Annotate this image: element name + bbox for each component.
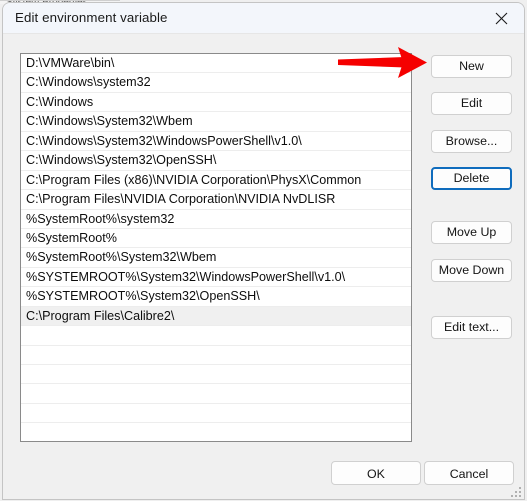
list-item[interactable]: C:\Program Files (x86)\NVIDIA Corporatio…	[21, 171, 411, 191]
path-entries-listbox[interactable]: D:\VMWare\bin\ C:\Windows\system32 C:\Wind…	[20, 53, 412, 442]
list-item[interactable]: C:\Windows	[21, 93, 411, 113]
list-item-empty[interactable]	[21, 423, 411, 441]
edit-text-button[interactable]: Edit text...	[431, 316, 512, 339]
list-item[interactable]: %SYSTEMROOT%\System32\WindowsPowerShell\…	[21, 268, 411, 288]
dialog-title: Edit environment variable	[15, 10, 168, 25]
list-item[interactable]: %SYSTEMROOT%\System32\OpenSSH\	[21, 287, 411, 307]
list-item[interactable]: C:\Windows\system32	[21, 73, 411, 93]
list-item[interactable]: %SystemRoot%\system32	[21, 210, 411, 229]
move-up-button[interactable]: Move Up	[431, 221, 512, 244]
ok-button[interactable]: OK	[331, 461, 421, 485]
list-item[interactable]: C:\Windows\System32\Wbem	[21, 112, 411, 132]
close-button[interactable]	[479, 3, 524, 34]
list-item-empty[interactable]	[21, 326, 411, 346]
close-icon	[495, 12, 508, 25]
dialog-body: D:\VMWare\bin\ C:\Windows\system32 C:\Wind…	[3, 34, 524, 499]
edit-environment-variable-dialog: Edit environment variable D:\VMWare\bin\…	[2, 2, 525, 500]
delete-button[interactable]: Delete	[431, 167, 512, 190]
list-item[interactable]: %SystemRoot%	[21, 229, 411, 249]
cancel-button[interactable]: Cancel	[424, 461, 514, 485]
list-item[interactable]: C:\Program Files\NVIDIA Corporation\NVID…	[21, 190, 411, 210]
list-item-empty[interactable]	[21, 404, 411, 424]
list-item-empty[interactable]	[21, 346, 411, 365]
list-item-empty[interactable]	[21, 365, 411, 385]
new-button[interactable]: New	[431, 55, 512, 78]
browse-button[interactable]: Browse...	[431, 130, 512, 153]
list-item[interactable]: D:\VMWare\bin\	[21, 54, 411, 74]
list-item[interactable]: C:\Windows\System32\WindowsPowerShell\v1…	[21, 132, 411, 152]
list-item[interactable]: C:\Program Files\Calibre2\	[21, 306, 411, 327]
list-item[interactable]: %SystemRoot%\System32\Wbem	[21, 248, 411, 268]
list-item[interactable]: C:\Windows\System32\OpenSSH\	[21, 151, 411, 171]
edit-button[interactable]: Edit	[431, 92, 512, 115]
move-down-button[interactable]: Move Down	[431, 259, 512, 282]
dialog-titlebar: Edit environment variable	[3, 3, 524, 34]
resize-grip[interactable]	[509, 485, 521, 497]
list-item-empty[interactable]	[21, 384, 411, 404]
